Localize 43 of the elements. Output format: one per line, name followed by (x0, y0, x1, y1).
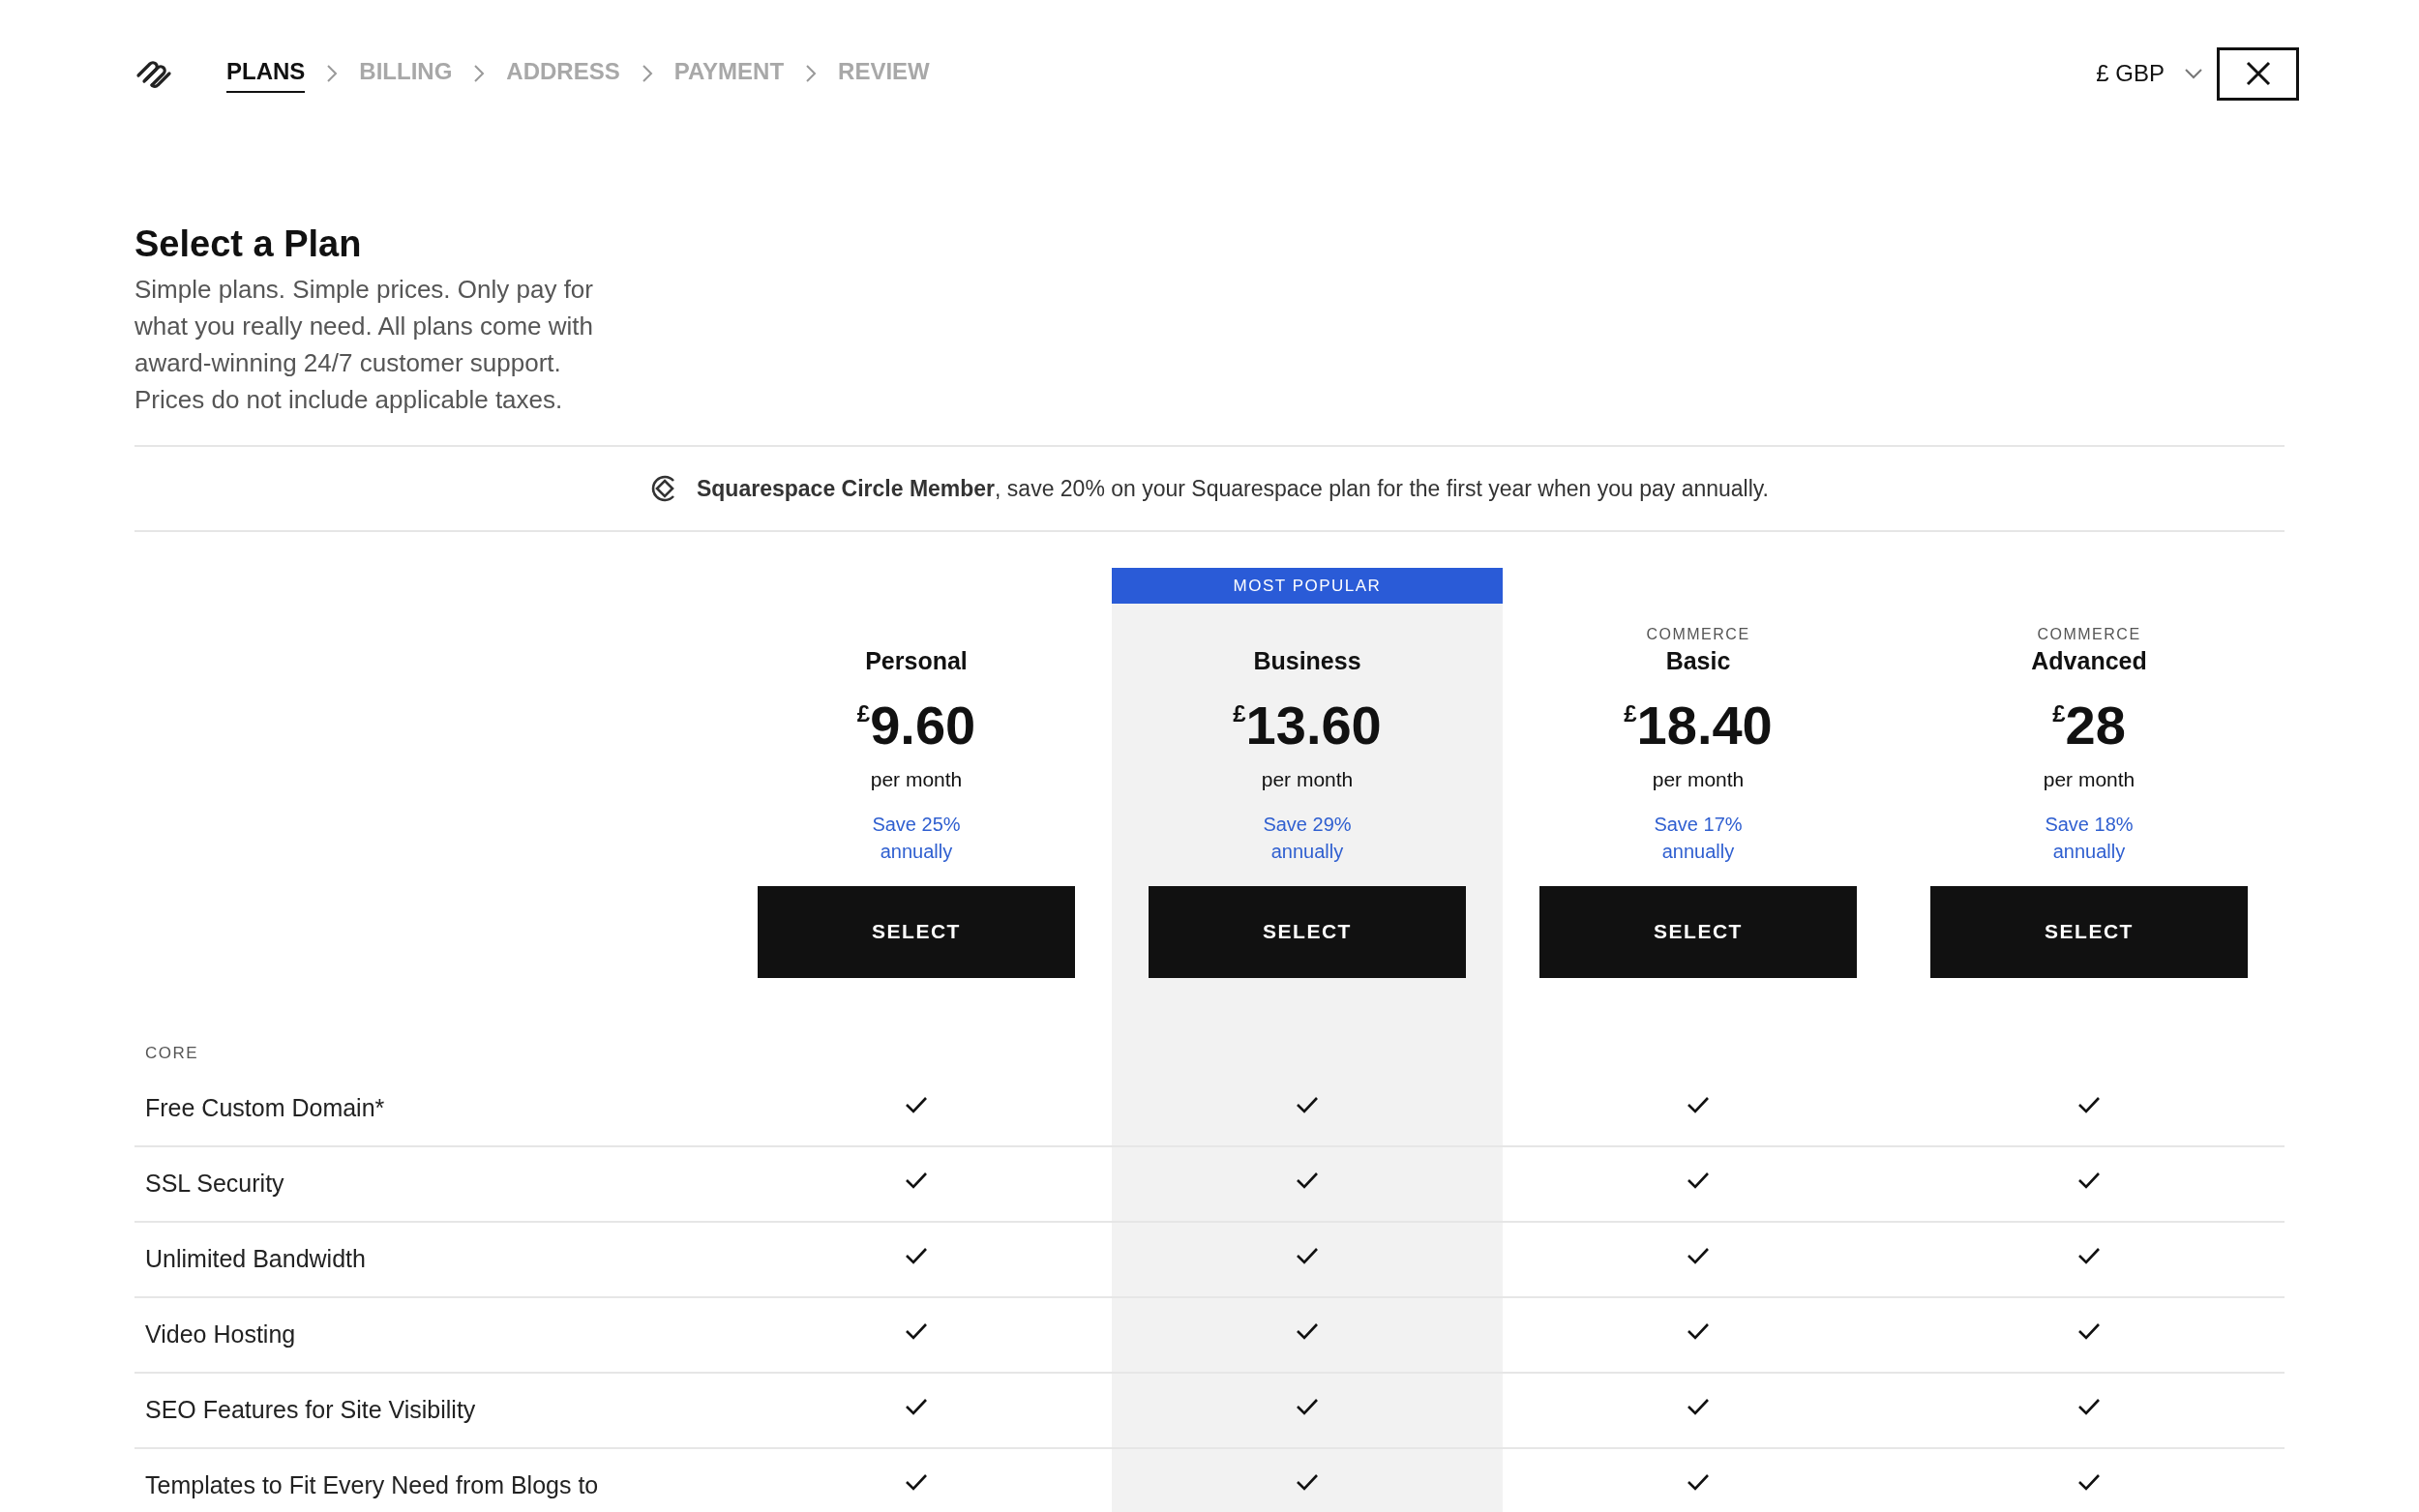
feature-label: Unlimited Bandwidth (145, 1243, 366, 1274)
feature-label: SEO Features for Site Visibility (145, 1394, 476, 1425)
price-period: per month (2043, 767, 2135, 792)
close-icon (2245, 61, 2271, 86)
select-button[interactable]: SELECT (1149, 885, 1466, 978)
close-button[interactable] (2217, 46, 2299, 101)
circle-member-text: Squarespace Circle Member, save 20% on your Squarespace plan for the first year when you pay annually. (697, 474, 1769, 503)
chevron-down-icon (2184, 68, 2203, 79)
plan-name: Basic (1665, 646, 1731, 675)
feature-label: Video Hosting (145, 1319, 296, 1349)
plan-category: COMMERCE (1646, 625, 1750, 644)
select-button[interactable]: SELECT (1539, 885, 1857, 978)
select-button[interactable]: SELECT (1930, 885, 2248, 978)
feature-label: Templates to Fit Every Need from Blogs to (145, 1469, 599, 1500)
plan-category: COMMERCE (2037, 625, 2141, 644)
plan-price: £28 (2052, 697, 2126, 755)
annual-savings: Save 17% annually (1653, 812, 1744, 864)
plan-price: £9.60 (856, 697, 976, 755)
plan-name: Business (1253, 646, 1361, 675)
currency-dropdown[interactable]: £ GBP (2096, 56, 2203, 91)
annual-savings: Save 29% annually (1262, 812, 1353, 864)
feature-label: Free Custom Domain* (145, 1092, 385, 1123)
plan-price: £13.60 (1233, 697, 1382, 755)
plan-name: Advanced (2031, 646, 2147, 675)
annual-savings: Save 18% annually (2044, 812, 2135, 864)
plan-price: £18.40 (1624, 697, 1773, 755)
feature-label: SSL Security (145, 1168, 284, 1199)
logo-icon[interactable] (134, 58, 173, 89)
section-label: CORE (145, 1042, 199, 1064)
price-period: per month (1261, 767, 1354, 792)
chevron-right-icon (473, 64, 486, 83)
price-period: per month (1652, 767, 1745, 792)
most-popular-badge: MOST POPULAR (1112, 568, 1503, 604)
chevron-right-icon (805, 64, 818, 83)
select-button[interactable]: SELECT (758, 885, 1075, 978)
step-tab[interactable]: PLANS (226, 54, 306, 93)
annual-savings: Save 25% annually (871, 812, 962, 864)
page-title: Select a Plan (134, 222, 363, 266)
chevron-right-icon (326, 64, 339, 83)
plan-name: Personal (865, 646, 968, 675)
chevron-right-icon (641, 64, 653, 83)
intro-paragraph: Simple plans. Simple prices. Only pay for what you really need. All plans come with award-winning 24/7 customer support. Prices do not include applicable taxes. (134, 274, 595, 416)
price-period: per month (870, 767, 963, 792)
